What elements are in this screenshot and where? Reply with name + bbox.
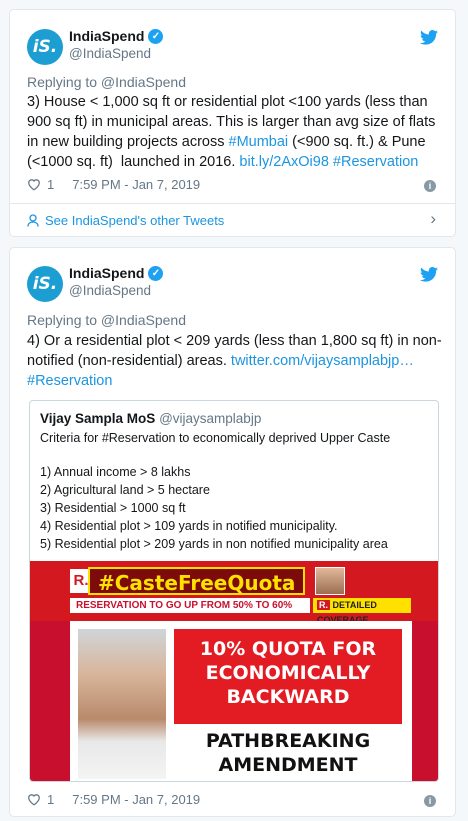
avatar[interactable]: iS. (27, 29, 63, 65)
banner-hashtag: #CasteFreeQuota (88, 567, 306, 595)
author-name-row[interactable]: IndiaSpend ✓ (69, 28, 164, 44)
quoted-media-image[interactable]: R. #CasteFreeQuota RESERVATION TO GO UP … (30, 561, 438, 781)
person-icon (27, 214, 39, 227)
text-segment: (<1000 sq. ft) launched in 2016. (27, 154, 240, 170)
news-headline: 10% QUOTA FOR ECONOMICALLY BACKWARD (174, 629, 402, 724)
twitter-bird-icon[interactable] (420, 267, 438, 282)
tweet-meta: 1 7:59 PM - Jan 7, 2019 (27, 177, 200, 192)
tweet-text: 4) Or a residential plot < 209 yards (le… (27, 331, 442, 391)
author-handle[interactable]: @IndiaSpend (69, 283, 151, 298)
hashtag-link[interactable]: #Mumbai (229, 134, 289, 150)
tweet-meta: 1 7:59 PM - Jan 7, 2019 (27, 792, 200, 807)
timestamp[interactable]: 7:59 PM - Jan 7, 2019 (72, 792, 200, 807)
quoted-text-line: Criteria for #Reservation to economicall… (40, 431, 391, 445)
quoted-text-line: 2) Agricultural land > 5 hectare (40, 483, 210, 497)
chevron-right-icon[interactable]: › (430, 209, 436, 229)
quoted-text-line: 3) Residential > 1000 sq ft (40, 501, 186, 515)
ticker-logo: R. (317, 600, 330, 610)
text-line: 900 sq ft) in municipal areas. This is l… (27, 114, 436, 130)
twitter-bird-icon[interactable] (420, 30, 438, 45)
info-icon[interactable]: i (424, 795, 436, 807)
quoted-author-name[interactable]: Vijay Sampla MoS (40, 411, 155, 426)
author-name-row[interactable]: IndiaSpend ✓ (69, 265, 164, 281)
tweet-text: 3) House < 1,000 sq ft or residential pl… (27, 92, 442, 172)
tweet-card[interactable]: iS. IndiaSpend ✓ @IndiaSpend Replying to… (9, 247, 456, 817)
text-line: #Reservation (27, 371, 442, 391)
hashtag-link[interactable]: #Reservation (333, 154, 418, 170)
hashtag-link[interactable]: #Reservation (27, 373, 112, 389)
ticker-tag: R. DETAILED COVERAGE (313, 598, 411, 625)
url-link[interactable]: twitter.com/vijaysamplabjp… (231, 353, 414, 369)
news-ticker: RESERVATION TO GO UP FROM 50% TO 60% (70, 598, 310, 613)
url-link[interactable]: bit.ly/2AxOi98 (239, 154, 328, 170)
author-name[interactable]: IndiaSpend (69, 28, 144, 44)
timestamp[interactable]: 7:59 PM - Jan 7, 2019 (72, 177, 200, 192)
verified-icon: ✓ (148, 28, 164, 44)
text-line: notified (non-residential) areas. twitte… (27, 351, 442, 371)
text-line: 4) Or a residential plot < 209 yards (le… (27, 333, 442, 349)
replying-to: Replying to @IndiaSpend (27, 74, 186, 90)
text-segment: notified (non-residential) areas. (27, 353, 231, 369)
avatar[interactable]: iS. (27, 266, 63, 302)
author-handle[interactable]: @IndiaSpend (69, 46, 151, 61)
quoted-tweet[interactable]: Vijay Sampla MoS @vijaysamplabjp Criteri… (29, 400, 439, 782)
quoted-author-row[interactable]: Vijay Sampla MoS @vijaysamplabjp (40, 411, 261, 426)
like-count[interactable]: 1 (47, 792, 54, 807)
thumbnail-portrait (315, 567, 345, 595)
see-more-label[interactable]: See IndiaSpend's other Tweets (45, 213, 224, 228)
quoted-text-line: 4) Residential plot > 109 yards in notif… (40, 519, 338, 533)
tweet-card[interactable]: iS. IndiaSpend ✓ @IndiaSpend Replying to… (9, 9, 456, 237)
replying-to: Replying to @IndiaSpend (27, 312, 186, 328)
divider (10, 203, 455, 204)
heart-icon[interactable] (27, 793, 41, 806)
news-subheadline: PATHBREAKING AMENDMENT (205, 730, 371, 776)
heart-icon[interactable] (27, 178, 41, 191)
text-segment: (<900 sq. ft.) & Pune (288, 134, 426, 150)
text-segment: in new building projects across (27, 134, 225, 150)
quoted-text-line: 5) Residential plot > 209 yards in non n… (40, 537, 388, 551)
text-line: in new building projects across #Mumbai … (27, 132, 442, 152)
info-icon[interactable]: i (424, 180, 436, 192)
see-more-tweets-link[interactable]: See IndiaSpend's other Tweets (27, 213, 224, 228)
author-name[interactable]: IndiaSpend (69, 265, 144, 281)
like-count[interactable]: 1 (47, 177, 54, 192)
text-line: 3) House < 1,000 sq ft or residential pl… (27, 94, 428, 110)
quoted-text-line: 1) Annual income > 8 lakhs (40, 465, 191, 479)
verified-icon: ✓ (148, 265, 164, 281)
text-line: (<1000 sq. ft) launched in 2016. bit.ly/… (27, 152, 442, 172)
quoted-author-handle[interactable]: @vijaysamplabjp (159, 411, 261, 426)
portrait-photo (78, 629, 166, 779)
